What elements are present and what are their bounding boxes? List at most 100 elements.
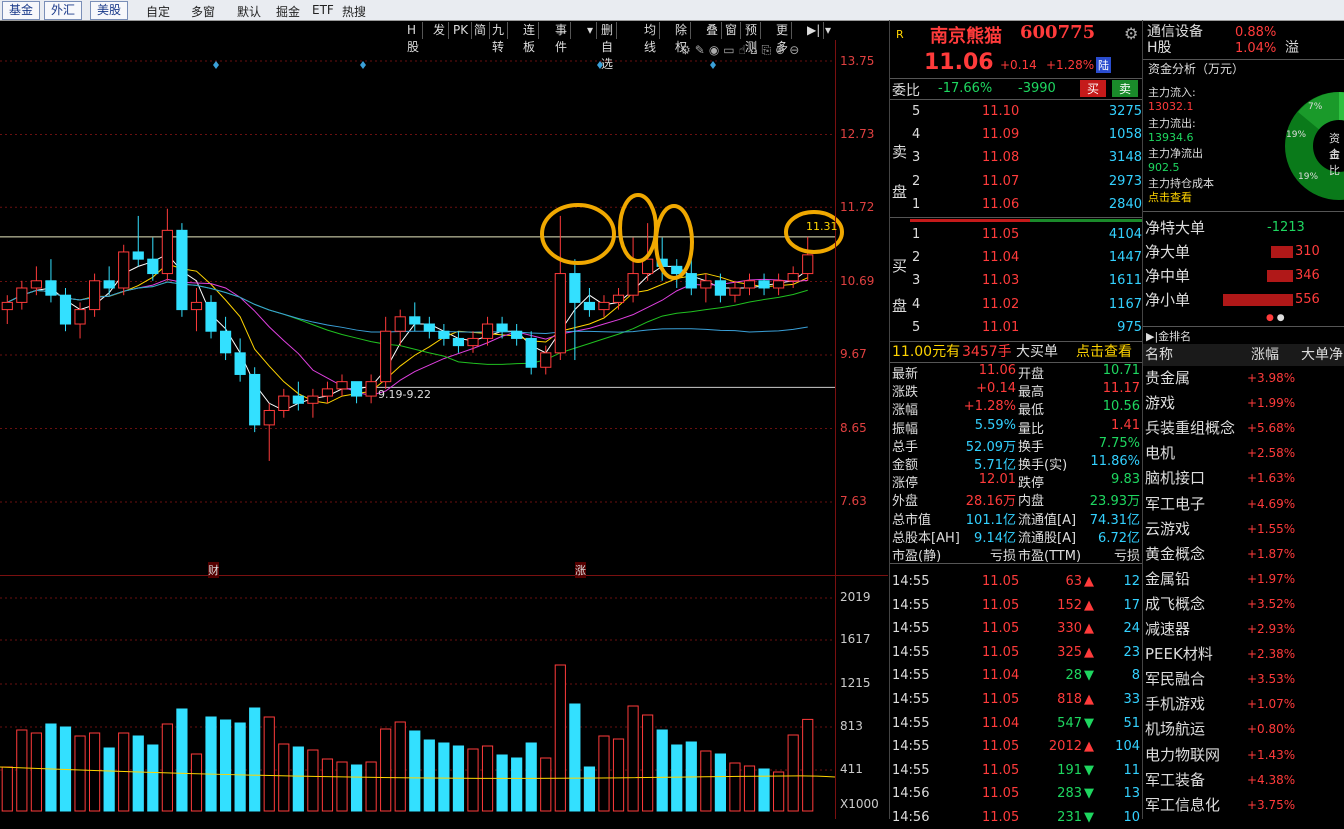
volume-bar bbox=[365, 761, 377, 812]
candle-body bbox=[394, 316, 406, 332]
candle-body bbox=[423, 323, 435, 332]
order-book-row[interactable]: 5 11.10 3275 bbox=[910, 100, 1142, 123]
candle-body bbox=[729, 287, 741, 296]
tool-window[interactable]: 窗 bbox=[722, 22, 742, 39]
rank-row[interactable]: 贵金属 +3.98% bbox=[1143, 366, 1344, 391]
candle-body bbox=[540, 352, 552, 368]
tool-dropdown-icon[interactable]: ▾ bbox=[822, 22, 834, 39]
rank-header-bigorder[interactable]: 大单净 bbox=[1301, 344, 1343, 366]
flag-r: R bbox=[896, 28, 904, 41]
tick-price: 11.05 bbox=[982, 621, 1020, 637]
rank-sector-name: 兵装重组概念 bbox=[1145, 419, 1236, 438]
candle-body bbox=[365, 381, 377, 397]
pager-dots[interactable]: ● ● bbox=[1266, 313, 1285, 323]
main-cost-link[interactable]: 点击查看 bbox=[1148, 189, 1192, 205]
h-share-row[interactable]: H股 1.04% 溢 bbox=[1145, 36, 1344, 61]
order-book-row[interactable]: 3 11.03 1611 bbox=[910, 269, 1142, 292]
tick-row: 14:55 11.04 28 ▼ 8 bbox=[890, 665, 1142, 687]
volume-bar bbox=[132, 735, 144, 812]
tab-fund[interactable]: 基金 bbox=[2, 1, 41, 20]
rank-row[interactable]: 军民融合 +3.53% bbox=[1143, 667, 1344, 692]
kline-chart[interactable] bbox=[0, 40, 888, 819]
last-price-tag: 11.31 bbox=[806, 220, 838, 233]
candle-body bbox=[249, 373, 261, 426]
volume-bar bbox=[234, 722, 246, 812]
rank-row[interactable]: 电机 +2.58% bbox=[1143, 441, 1344, 466]
order-book-row[interactable]: 2 11.04 1447 bbox=[910, 246, 1142, 269]
rank-list[interactable]: 贵金属 +3.98% 游戏 +1.99% 兵装重组概念 +5.68% 电机 +2.58% 脑机接… bbox=[1143, 366, 1344, 819]
tool-forecast[interactable]: 预测 bbox=[742, 22, 762, 54]
tool-more[interactable]: 更多 bbox=[773, 22, 793, 54]
volume-bar bbox=[540, 757, 552, 812]
volume-bar bbox=[30, 732, 42, 812]
book-price: 11.09 bbox=[982, 127, 1020, 143]
candle-body bbox=[758, 280, 770, 289]
rank-row[interactable]: 成飞概念 +3.52% bbox=[1143, 592, 1344, 617]
tool-events-dropdown[interactable]: ▾ bbox=[584, 22, 598, 39]
rank-sector-pct: +5.68% bbox=[1247, 421, 1296, 436]
settings-gear-icon[interactable]: ⚙ bbox=[1124, 24, 1138, 43]
buy-button[interactable]: 买 bbox=[1080, 80, 1106, 97]
event-marker-rise[interactable]: 涨 bbox=[575, 562, 586, 578]
candle-body bbox=[467, 337, 479, 347]
rank-row[interactable]: 军工装备 +4.38% bbox=[1143, 768, 1344, 793]
tool-limit-up-streak[interactable]: 连板 bbox=[520, 22, 540, 54]
order-book-row[interactable]: 5 11.01 975 bbox=[910, 316, 1142, 339]
rank-row[interactable]: 军工信息化 +3.75% bbox=[1143, 793, 1344, 818]
menu-custom[interactable]: 自定 bbox=[146, 3, 170, 20]
netflow-label: 净大单 bbox=[1145, 243, 1191, 261]
menu-multi-window[interactable]: 多窗 bbox=[191, 3, 215, 20]
tool-remove-watchlist[interactable]: 删自选 bbox=[598, 22, 618, 71]
menu-etf[interactable]: ETF bbox=[312, 3, 334, 17]
rank-row[interactable]: 减速器 +2.93% bbox=[1143, 617, 1344, 642]
rank-row[interactable]: PEEK材料 +2.38% bbox=[1143, 642, 1344, 667]
big-order-link[interactable]: 点击查看 bbox=[1076, 342, 1132, 362]
tool-events[interactable]: 事件 bbox=[552, 22, 572, 54]
rank-row[interactable]: 金属铅 +1.97% bbox=[1143, 567, 1344, 592]
order-book-row[interactable]: 2 11.07 2973 bbox=[910, 170, 1142, 193]
menu-hot-search[interactable]: 热搜 bbox=[342, 3, 366, 20]
menu-default[interactable]: 默认 bbox=[237, 3, 261, 20]
price-label: 8.65 bbox=[840, 421, 867, 435]
stat-value: 12.01 bbox=[978, 472, 1016, 488]
tool-overlay[interactable]: 叠 bbox=[703, 22, 723, 39]
tool-nine-turn[interactable]: 九转 bbox=[489, 22, 509, 54]
tab-us-stocks[interactable]: 美股 bbox=[90, 1, 129, 20]
tool-h-share[interactable]: H股 bbox=[404, 22, 423, 54]
rank-sector-name: 电力物联网 bbox=[1145, 745, 1221, 764]
stat-label: 开盘 bbox=[1018, 367, 1045, 382]
tab-forex[interactable]: 外汇 bbox=[44, 1, 83, 20]
tool-fa[interactable]: 发 bbox=[430, 22, 450, 39]
tool-simple[interactable]: 简 bbox=[471, 22, 491, 39]
order-book-row[interactable]: 1 11.05 4104 bbox=[910, 223, 1142, 246]
tool-pk[interactable]: PK bbox=[450, 22, 473, 39]
rank-row[interactable]: 机场航运 +0.80% bbox=[1143, 717, 1344, 742]
rank-row[interactable]: 电力物联网 +1.43% bbox=[1143, 743, 1344, 768]
rank-row[interactable]: 手机游戏 +1.07% bbox=[1143, 692, 1344, 717]
sell-button[interactable]: 卖 bbox=[1112, 80, 1138, 97]
stat-value: 101.1亿 bbox=[965, 512, 1016, 528]
volume-bar bbox=[758, 768, 770, 812]
tool-ex-rights[interactable]: 除权 bbox=[672, 22, 692, 54]
rank-row[interactable]: 军工电子 +4.69% bbox=[1143, 492, 1344, 517]
price-label: 9.67 bbox=[840, 347, 867, 361]
tick-list[interactable]: 14:55 11.05 63 ▲ 12 14:55 11.05 152 ▲ 17 14:55 11.0… bbox=[890, 563, 1142, 825]
rank-row[interactable]: 云游戏 +1.55% bbox=[1143, 517, 1344, 542]
candle-body bbox=[59, 294, 72, 325]
menu-dig-gold[interactable]: 掘金 bbox=[276, 3, 300, 20]
rank-row[interactable]: 游戏 +1.99% bbox=[1143, 391, 1344, 416]
rank-header-name[interactable]: 名称 bbox=[1145, 344, 1173, 366]
rank-row[interactable]: 兵装重组概念 +5.68% bbox=[1143, 416, 1344, 441]
rank-row[interactable]: 脑机接口 +1.63% bbox=[1143, 466, 1344, 491]
order-book-row[interactable]: 3 11.08 3148 bbox=[910, 146, 1142, 169]
rank-row[interactable]: 黄金概念 +1.87% bbox=[1143, 542, 1344, 567]
order-book-row[interactable]: 1 11.06 2840 bbox=[910, 193, 1142, 216]
tool-moving-average[interactable]: 均线 bbox=[641, 22, 661, 54]
weibi-label: 委比 bbox=[892, 83, 920, 99]
tick-time: 14:55 bbox=[892, 597, 930, 613]
order-book-row[interactable]: 4 11.09 1058 bbox=[910, 123, 1142, 146]
rank-header-pct[interactable]: 涨幅 bbox=[1251, 344, 1279, 366]
volume-bar bbox=[1, 766, 13, 812]
order-book-row[interactable]: 4 11.02 1167 bbox=[910, 293, 1142, 316]
event-marker-financial[interactable]: 财 bbox=[208, 562, 219, 578]
